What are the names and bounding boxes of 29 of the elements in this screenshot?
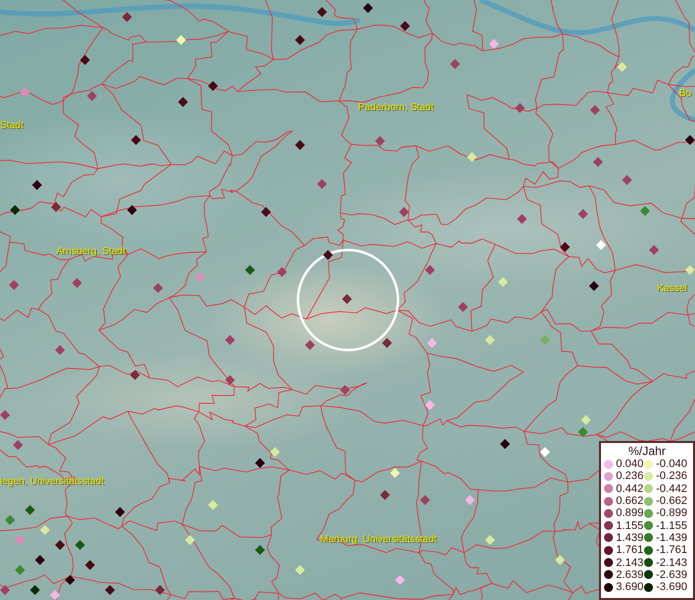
legend-value: -0.236 — [656, 470, 688, 482]
legend-value: -1.439 — [656, 532, 688, 544]
legend-value: -0.662 — [656, 495, 688, 508]
place-label: Stadt — [0, 120, 24, 131]
place-label: Bo — [679, 88, 692, 99]
place-label: Paderborn, Stadt — [358, 102, 434, 113]
legend-value: 0.662 — [616, 495, 644, 508]
legend-value: -3.690 — [656, 581, 688, 594]
legend-value: 0.442 — [616, 482, 644, 495]
legend-value: 2.639 — [616, 568, 644, 581]
legend-value: -1.761 — [656, 544, 688, 556]
legend-value: 0.899 — [616, 507, 644, 520]
legend-value: 0.040 — [616, 458, 644, 470]
legend-value: -0.040 — [656, 458, 688, 470]
legend-value: 3.690 — [616, 581, 644, 594]
legend-value: 2.143 — [616, 556, 644, 569]
legend-title: %/Jahr — [627, 443, 667, 458]
legend-value: 1.155 — [616, 520, 644, 532]
legend-value: -2.143 — [656, 556, 688, 569]
place-label: Kassel — [657, 283, 688, 294]
legend-value: 1.439 — [616, 532, 644, 544]
legend-value: -1.155 — [656, 520, 688, 532]
boundary-map-drawing[interactable] — [0, 0, 695, 600]
legend-value: 0.236 — [616, 470, 644, 482]
legend-value: -0.442 — [656, 482, 688, 495]
legend-value: 1.761 — [616, 544, 644, 556]
place-label: Arnsberg, Stadt — [56, 246, 126, 257]
legend-value: -2.639 — [656, 568, 688, 581]
legend-value: -0.899 — [656, 507, 688, 520]
